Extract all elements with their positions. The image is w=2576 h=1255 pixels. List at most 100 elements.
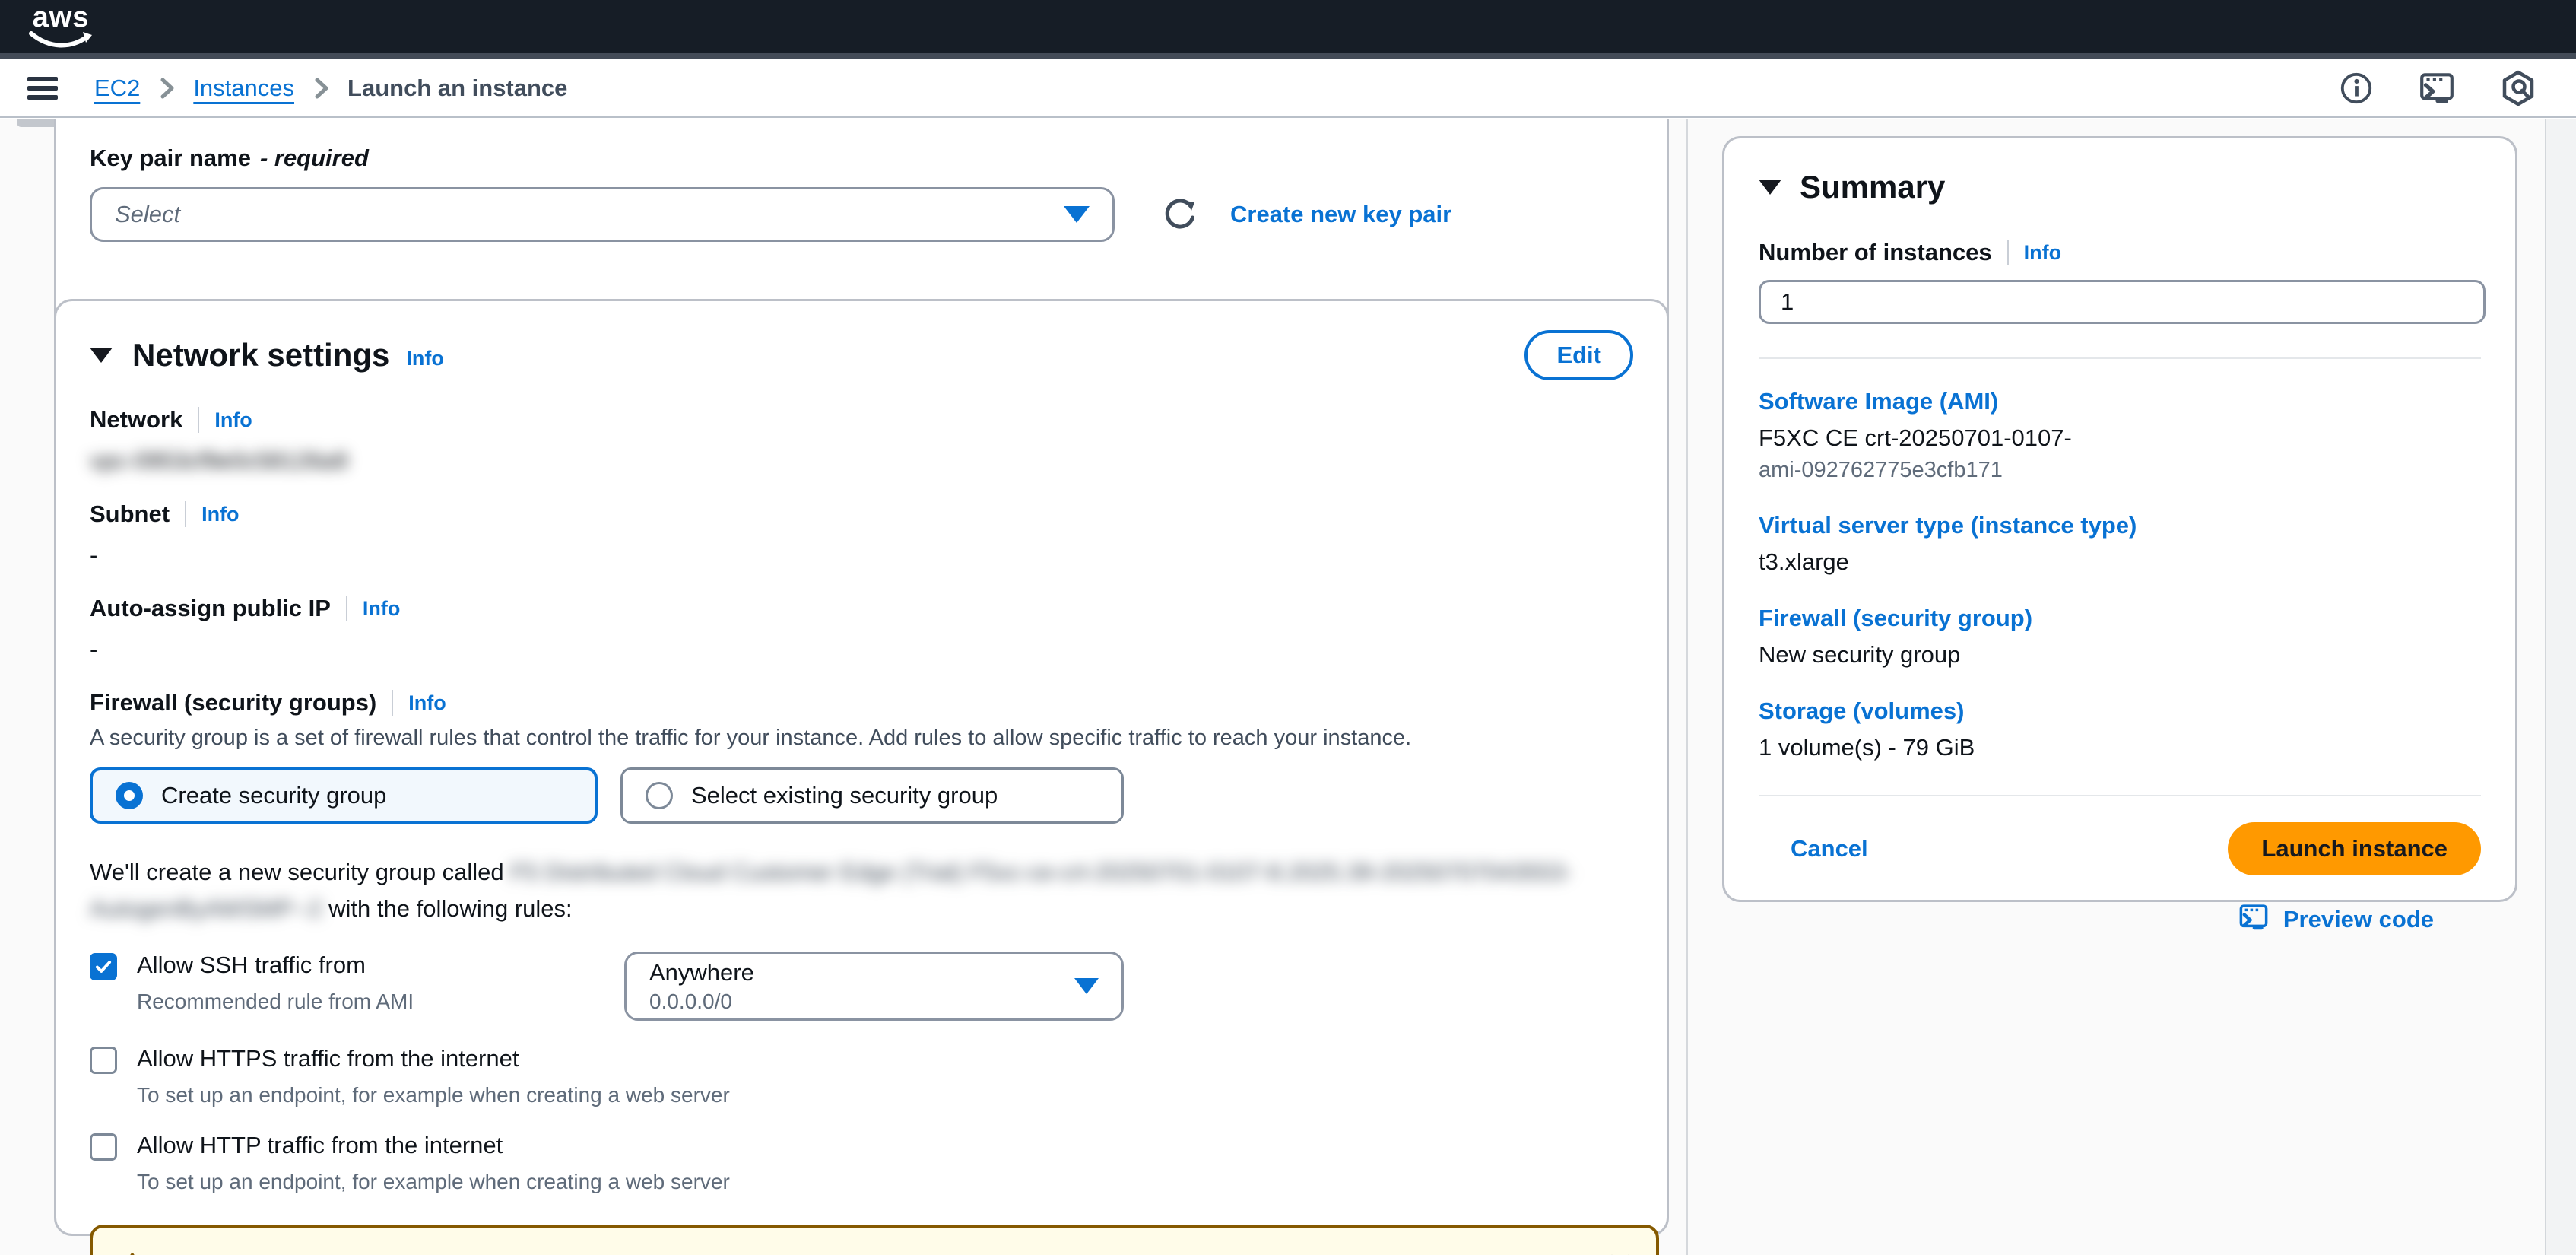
chevron-right-icon bbox=[311, 75, 331, 101]
subnet-info-link[interactable]: Info bbox=[201, 503, 239, 526]
ami-name: F5XC CE crt-20250701-0107- bbox=[1759, 424, 2481, 452]
firewall-value: New security group bbox=[1759, 641, 2481, 669]
number-of-instances-input[interactable] bbox=[1759, 280, 2486, 324]
open-cidr-warning: Rules with source of 0.0.0.0/0 allow all… bbox=[90, 1225, 1659, 1255]
firewall-label: Firewall (security groups) bbox=[90, 689, 376, 716]
radio-select-existing-label: Select existing security group bbox=[691, 782, 998, 809]
warning-text: Rules with source of 0.0.0.0/0 allow all… bbox=[167, 1247, 1581, 1255]
content-area: Key pair name - required Select Create n… bbox=[0, 119, 2576, 1255]
sg-sentence-prefix: We'll create a new security group called bbox=[90, 859, 504, 885]
key-pair-select-placeholder: Select bbox=[115, 201, 180, 228]
collapse-triangle-icon[interactable] bbox=[1759, 180, 1781, 195]
network-field: Network Info vpc-0953cf9e0c58126a9 bbox=[90, 406, 1633, 475]
sg-name-redacted-2: AutogenByAWSMP--2 bbox=[90, 895, 322, 922]
ssh-source-select[interactable]: Anywhere 0.0.0.0/0 bbox=[624, 952, 1124, 1021]
radio-create-security-group[interactable]: Create security group bbox=[90, 767, 598, 824]
chevron-right-icon bbox=[157, 75, 176, 101]
radio-create-security-group-label: Create security group bbox=[161, 782, 386, 809]
cloudshell-icon[interactable] bbox=[2418, 69, 2456, 107]
rule-http: Allow HTTP traffic from the internet To … bbox=[90, 1132, 1633, 1194]
breadcrumb-link-ec2[interactable]: EC2 bbox=[94, 75, 140, 102]
divider bbox=[198, 407, 199, 433]
breadcrumb-link-instances[interactable]: Instances bbox=[193, 75, 294, 102]
network-settings-info-link[interactable]: Info bbox=[406, 347, 443, 370]
radio-select-existing-security-group[interactable]: Select existing security group bbox=[620, 767, 1124, 824]
network-settings-title: Network settings bbox=[132, 337, 389, 373]
chevron-down-icon bbox=[1074, 978, 1099, 994]
sg-sentence-suffix: with the following rules: bbox=[328, 895, 573, 922]
summary-firewall-section: Firewall (security group) New security g… bbox=[1759, 605, 2481, 669]
security-group-radio-group: Create security group Select existing se… bbox=[90, 767, 1633, 824]
aws-smile-icon bbox=[28, 30, 94, 49]
auto-assign-ip-field: Auto-assign public IP Info - bbox=[90, 595, 1633, 663]
summary-ami-section: Software Image (AMI) F5XC CE crt-2025070… bbox=[1759, 388, 2481, 483]
aws-console-topbar: aws bbox=[0, 0, 2576, 53]
aws-logo[interactable]: aws bbox=[24, 5, 97, 49]
https-checkbox[interactable] bbox=[90, 1047, 117, 1074]
key-pair-select[interactable]: Select bbox=[90, 187, 1115, 242]
breadcrumb: EC2 Instances Launch an instance bbox=[94, 75, 567, 102]
divider bbox=[1759, 357, 2481, 359]
rule-ssh: Allow SSH traffic from Recommended rule … bbox=[90, 952, 1633, 1021]
number-of-instances-info-link[interactable]: Info bbox=[2024, 241, 2061, 265]
subnet-field: Subnet Info - bbox=[90, 500, 1633, 569]
network-info-link[interactable]: Info bbox=[214, 408, 252, 432]
preview-code-label: Preview code bbox=[2283, 906, 2434, 933]
info-icon[interactable] bbox=[2339, 71, 2374, 106]
cancel-button[interactable]: Cancel bbox=[1791, 835, 1868, 863]
check-icon bbox=[94, 957, 113, 977]
http-rule-label: Allow HTTP traffic from the internet bbox=[137, 1132, 730, 1159]
rule-https: Allow HTTPS traffic from the internet To… bbox=[90, 1045, 1633, 1107]
create-new-key-pair-link[interactable]: Create new key pair bbox=[1230, 201, 1451, 228]
divider bbox=[346, 596, 347, 621]
ami-id: ami-092762775e3cfb171 bbox=[1759, 458, 2481, 483]
chevron-down-icon bbox=[1064, 206, 1090, 223]
aws-logo-text: aws bbox=[33, 5, 90, 30]
ssh-checkbox[interactable] bbox=[90, 953, 117, 980]
hamburger-menu-icon[interactable] bbox=[27, 77, 58, 100]
https-rule-label: Allow HTTPS traffic from the internet bbox=[137, 1045, 730, 1072]
warning-icon bbox=[116, 1250, 149, 1255]
preview-code-button[interactable]: Preview code bbox=[1759, 901, 2481, 937]
http-checkbox[interactable] bbox=[90, 1133, 117, 1161]
edit-button[interactable]: Edit bbox=[1524, 330, 1633, 380]
storage-value: 1 volume(s) - 79 GiB bbox=[1759, 734, 2481, 761]
firewall-description: A security group is a set of firewall ru… bbox=[90, 726, 1633, 751]
breadcrumb-current: Launch an instance bbox=[347, 75, 567, 102]
auto-assign-ip-label: Auto-assign public IP bbox=[90, 595, 331, 622]
auto-assign-ip-info-link[interactable]: Info bbox=[363, 597, 400, 621]
ssh-source-value: Anywhere bbox=[649, 959, 754, 987]
amazon-q-icon[interactable] bbox=[2500, 70, 2536, 106]
instance-type-link[interactable]: Virtual server type (instance type) bbox=[1759, 512, 2137, 539]
software-image-link[interactable]: Software Image (AMI) bbox=[1759, 388, 1998, 415]
storage-link[interactable]: Storage (volumes) bbox=[1759, 697, 1964, 724]
radio-unselected-icon bbox=[646, 782, 673, 809]
close-icon[interactable] bbox=[1607, 1252, 1633, 1255]
subnet-value: - bbox=[90, 542, 1633, 569]
ssh-rule-label: Allow SSH traffic from bbox=[137, 952, 414, 979]
firewall-info-link[interactable]: Info bbox=[408, 691, 446, 715]
firewall-link[interactable]: Firewall (security group) bbox=[1759, 605, 2032, 631]
auto-assign-ip-value: - bbox=[90, 636, 1633, 663]
collapse-triangle-icon[interactable] bbox=[90, 348, 113, 363]
instance-type-value: t3.xlarge bbox=[1759, 548, 2481, 576]
launch-instance-button[interactable]: Launch instance bbox=[2228, 822, 2481, 875]
network-settings-card: Network settings Info Edit Network Info … bbox=[54, 299, 1669, 1236]
sg-name-redacted-1: F5 Distributed Cloud Customer Edge (Tria… bbox=[510, 859, 1572, 885]
security-group-sentence: We'll create a new security group called… bbox=[90, 854, 1618, 927]
https-rule-sub: To set up an endpoint, for example when … bbox=[137, 1083, 730, 1107]
firewall-field: Firewall (security groups) Info A securi… bbox=[90, 689, 1633, 751]
network-label: Network bbox=[90, 406, 182, 434]
key-pair-label: Key pair name bbox=[90, 145, 251, 172]
key-pair-required: - required bbox=[260, 145, 369, 172]
refresh-icon[interactable] bbox=[1162, 196, 1198, 233]
divider bbox=[1759, 795, 2481, 796]
preview-code-icon bbox=[2238, 901, 2270, 937]
subnet-label: Subnet bbox=[90, 500, 170, 528]
topbar-secondary-strip bbox=[0, 53, 2576, 59]
column-divider bbox=[1686, 119, 1688, 1255]
ssh-source-cidr: 0.0.0.0/0 bbox=[649, 990, 754, 1014]
ssh-rule-sub: Recommended rule from AMI bbox=[137, 990, 414, 1014]
divider bbox=[2007, 240, 2009, 265]
breadcrumb-bar: EC2 Instances Launch an instance bbox=[0, 59, 2576, 118]
